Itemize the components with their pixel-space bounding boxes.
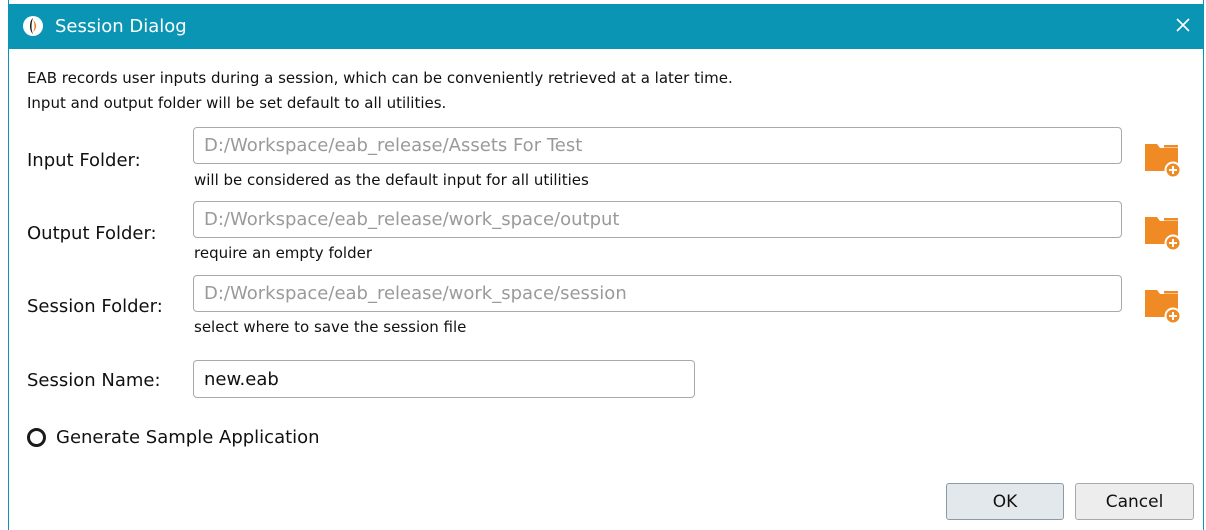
output-folder-label: Output Folder:	[27, 223, 157, 244]
intro-line-2: Input and output folder will be set defa…	[27, 94, 447, 112]
close-icon	[1175, 17, 1191, 37]
input-folder-browse-button[interactable]	[1142, 137, 1184, 179]
intro-line-1: EAB records user inputs during a session…	[27, 69, 733, 87]
output-folder-hint: require an empty folder	[194, 244, 372, 262]
session-dialog-window: Session Dialog EAB records user inputs d…	[8, 0, 1204, 530]
radio-button[interactable]	[27, 427, 46, 447]
title-bar[interactable]: Session Dialog	[9, 4, 1203, 49]
session-folder-field[interactable]	[193, 275, 1122, 312]
folder-add-icon	[1142, 144, 1184, 183]
input-folder-hint: will be considered as the default input …	[194, 171, 589, 189]
folder-add-icon	[1142, 290, 1184, 329]
close-button[interactable]	[1163, 4, 1203, 49]
input-folder-label: Input Folder:	[27, 150, 141, 171]
folder-add-icon	[1142, 217, 1184, 256]
window-title: Session Dialog	[55, 16, 187, 37]
session-folder-hint: select where to save the session file	[194, 318, 467, 336]
session-name-label: Session Name:	[27, 370, 161, 391]
session-folder-label: Session Folder:	[27, 296, 163, 317]
session-folder-browse-button[interactable]	[1142, 283, 1184, 325]
ok-button[interactable]: OK	[946, 483, 1064, 520]
output-folder-field[interactable]	[193, 201, 1122, 238]
input-folder-field[interactable]	[193, 127, 1122, 164]
cancel-button[interactable]: Cancel	[1075, 483, 1194, 520]
app-logo-icon	[22, 15, 44, 37]
session-name-input[interactable]	[193, 360, 695, 398]
generate-sample-option[interactable]: Generate Sample Application	[27, 424, 320, 450]
generate-sample-label: Generate Sample Application	[56, 426, 320, 448]
output-folder-browse-button[interactable]	[1142, 210, 1184, 252]
